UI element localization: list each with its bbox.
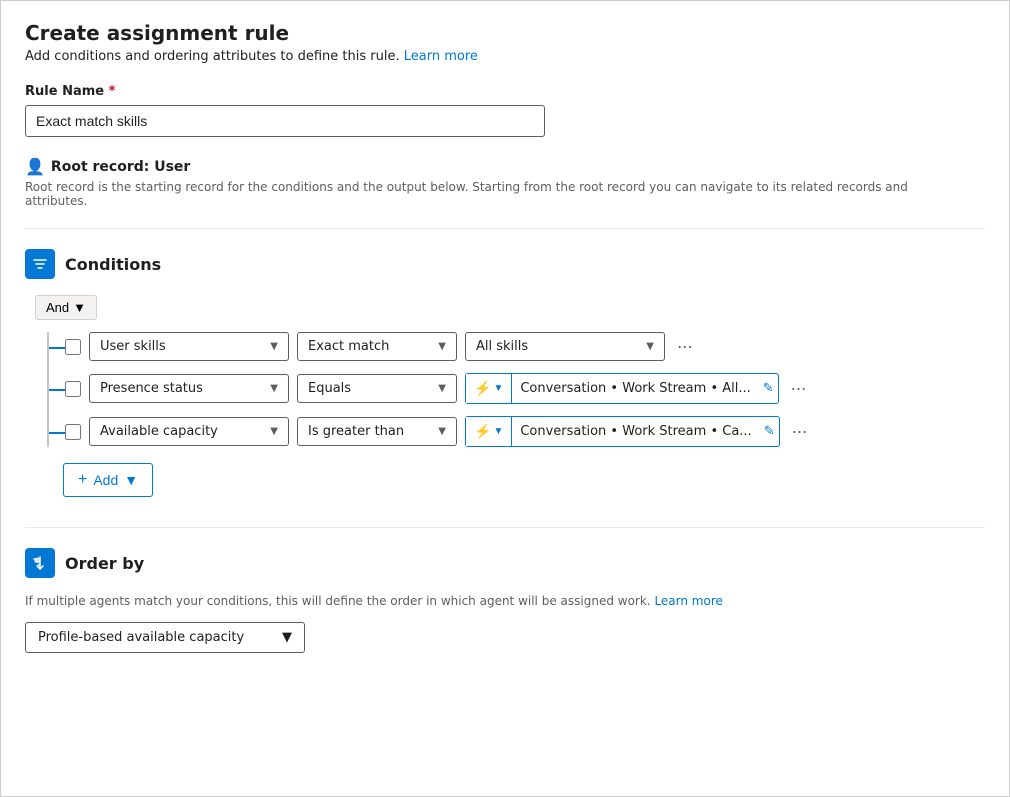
edit-icon-2[interactable]: ✎ (759, 381, 778, 396)
chevron-down-icon: ▼ (73, 300, 86, 315)
field-dropdown-2[interactable]: Presence status ▼ (89, 374, 289, 403)
condition-checkbox-3[interactable] (65, 424, 81, 440)
rule-name-input[interactable] (25, 105, 545, 137)
chevron-down-icon: ▼ (270, 426, 278, 437)
lightning-button-2[interactable]: ⚡ ▼ (466, 374, 512, 403)
user-icon: 👤 (25, 157, 45, 176)
dynamic-value-2: ⚡ ▼ Conversation • Work Stream • All... … (465, 373, 779, 404)
operator-dropdown-3[interactable]: Is greater than ▼ (297, 417, 457, 446)
orderby-title: Order by (65, 554, 144, 573)
chevron-down-icon: ▼ (270, 341, 278, 352)
operator-dropdown-1[interactable]: Exact match ▼ (297, 332, 457, 361)
value-text-2[interactable]: Conversation • Work Stream • All... (512, 375, 758, 402)
more-button-3[interactable]: ⋯ (788, 418, 813, 445)
chevron-down-icon: ▼ (493, 426, 503, 437)
orderby-icon (25, 548, 55, 578)
conditions-header: Conditions (25, 249, 985, 279)
learn-more-link[interactable]: Learn more (404, 49, 478, 64)
conditions-icon (25, 249, 55, 279)
chevron-down-icon: ▼ (438, 383, 446, 394)
add-condition-button[interactable]: + Add ▼ (63, 463, 153, 497)
lightning-icon: ⚡ (474, 423, 491, 440)
chevron-down-icon: ▼ (438, 426, 446, 437)
lightning-icon: ⚡ (474, 380, 491, 397)
edit-icon-3[interactable]: ✎ (760, 424, 779, 439)
condition-row: Available capacity ▼ Is greater than ▼ ⚡… (49, 416, 985, 447)
chevron-down-icon: ▼ (124, 472, 138, 488)
profile-dropdown[interactable]: Profile-based available capacity ▼ (25, 622, 305, 653)
page-title: Create assignment rule (25, 21, 985, 45)
field-dropdown-1[interactable]: User skills ▼ (89, 332, 289, 361)
page-subtitle: Add conditions and ordering attributes t… (25, 49, 985, 64)
and-group: And ▼ User skills ▼ Exact match ▼ All sk… (35, 295, 985, 497)
and-button[interactable]: And ▼ (35, 295, 97, 320)
root-record-description: Root record is the starting record for t… (25, 180, 925, 208)
value-dropdown-1[interactable]: All skills ▼ (465, 332, 665, 361)
lightning-button-3[interactable]: ⚡ ▼ (466, 417, 512, 446)
root-record-label: Root record: User (51, 159, 190, 175)
chevron-down-icon: ▼ (646, 341, 654, 352)
more-button-2[interactable]: ⋯ (787, 375, 812, 402)
field-dropdown-3[interactable]: Available capacity ▼ (89, 417, 289, 446)
orderby-section: Order by If multiple agents match your c… (25, 548, 985, 653)
conditions-title: Conditions (65, 255, 161, 274)
plus-icon: + (78, 471, 87, 489)
rule-name-field: Rule Name * (25, 84, 985, 137)
more-button-1[interactable]: ⋯ (673, 333, 698, 360)
operator-dropdown-2[interactable]: Equals ▼ (297, 374, 457, 403)
chevron-down-icon: ▼ (493, 383, 503, 394)
condition-row: User skills ▼ Exact match ▼ All skills ▼… (49, 332, 985, 361)
orderby-header: Order by (25, 548, 985, 578)
condition-checkbox-2[interactable] (65, 381, 81, 397)
root-record-header: 👤 Root record: User (25, 157, 985, 176)
dynamic-value-3: ⚡ ▼ Conversation • Work Stream • Ca... ✎ (465, 416, 780, 447)
chevron-down-icon: ▼ (438, 341, 446, 352)
orderby-learn-more-link[interactable]: Learn more (654, 594, 722, 608)
chevron-down-icon: ▼ (282, 630, 292, 645)
rule-name-label: Rule Name * (25, 84, 985, 99)
value-text-3[interactable]: Conversation • Work Stream • Ca... (512, 418, 759, 445)
root-record-section: 👤 Root record: User Root record is the s… (25, 157, 985, 208)
condition-row: Presence status ▼ Equals ▼ ⚡ ▼ Conversat… (49, 373, 985, 404)
condition-checkbox-1[interactable] (65, 339, 81, 355)
orderby-description: If multiple agents match your conditions… (25, 594, 985, 608)
conditions-section: Conditions And ▼ User skills ▼ Exact mat… (25, 249, 985, 497)
chevron-down-icon: ▼ (270, 383, 278, 394)
condition-rows: User skills ▼ Exact match ▼ All skills ▼… (47, 332, 985, 447)
